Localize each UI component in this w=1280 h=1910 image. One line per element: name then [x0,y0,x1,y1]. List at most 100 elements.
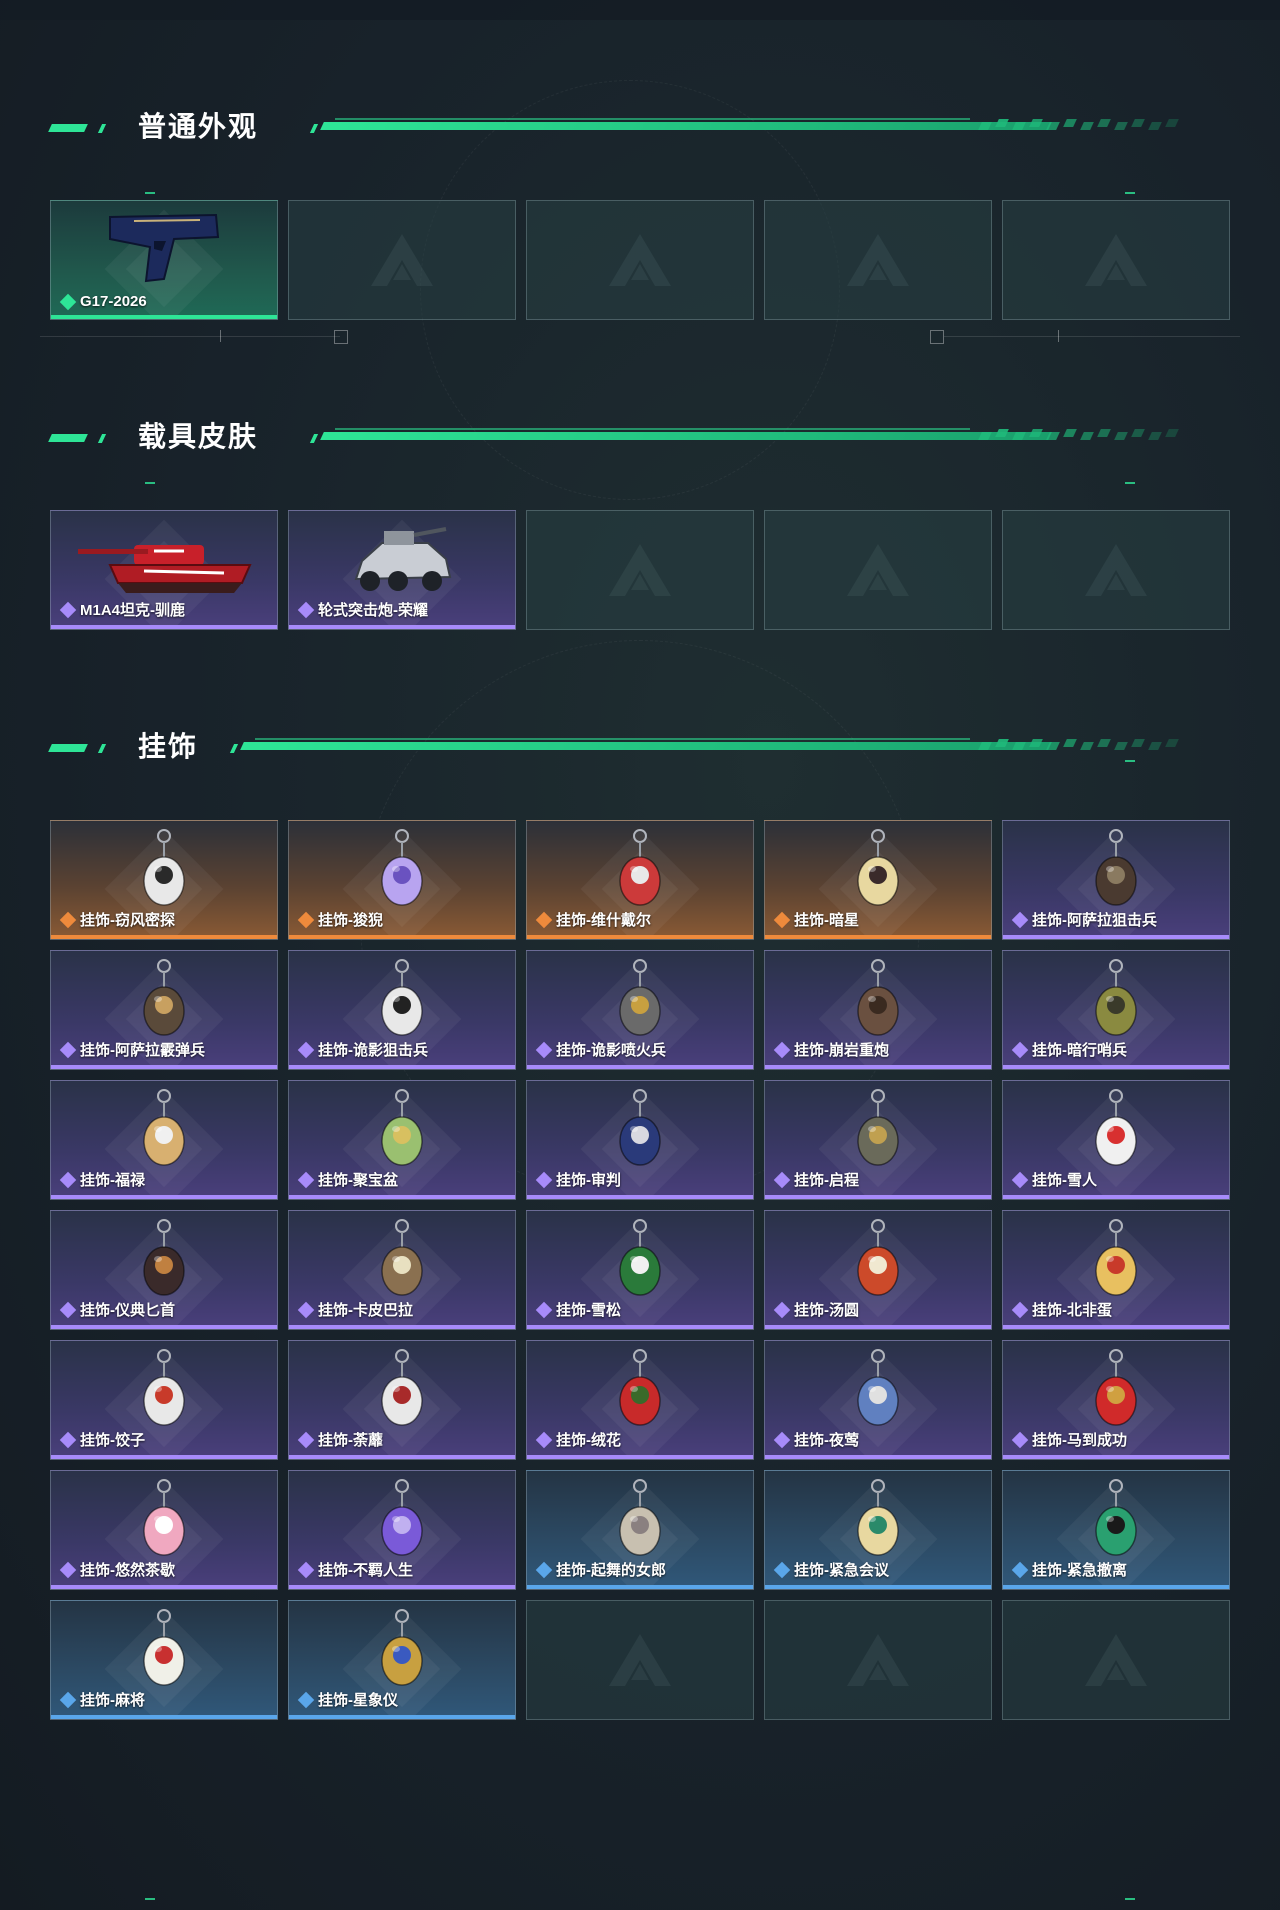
item-label: 挂饰-启程 [773,1169,859,1190]
item-card[interactable]: 挂饰-诡影喷火兵 [526,950,754,1070]
checker-tile [1148,122,1162,130]
charm-icon [119,1087,209,1177]
item-label: 挂饰-福禄 [59,1169,145,1190]
item-name: 挂饰-紧急撤离 [1032,1562,1127,1579]
item-card[interactable]: 挂饰-阿萨拉狙击兵 [1002,820,1230,940]
item-card[interactable]: 挂饰-绒花 [526,1340,754,1460]
header-thin-line [335,428,970,430]
checker-tile [1080,432,1094,440]
item-card[interactable]: 挂饰-暗星 [764,820,992,940]
item-card[interactable]: 挂饰-汤圆 [764,1210,992,1330]
rarity-underline [289,1065,515,1069]
item-card[interactable]: G17-2026 [50,200,278,320]
item-card[interactable]: 挂饰-雪人 [1002,1080,1230,1200]
section-header: 载具皮肤 [48,420,1200,460]
rarity-underline [51,1065,277,1069]
item-card[interactable]: 挂饰-崩岩重炮 [764,950,992,1070]
checker-tile [1046,432,1060,440]
item-card[interactable]: 挂饰-雪松 [526,1210,754,1330]
item-card[interactable]: 挂饰-狻猊 [288,820,516,940]
item-label: 挂饰-饺子 [59,1429,145,1450]
item-card[interactable]: 挂饰-饺子 [50,1340,278,1460]
item-card[interactable]: 挂饰-仪典匕首 [50,1210,278,1330]
item-label: 挂饰-夜莺 [773,1429,859,1450]
item-name: 挂饰-仪典匕首 [80,1302,175,1319]
item-card[interactable]: 挂饰-不羁人生 [288,1470,516,1590]
item-card[interactable]: 挂饰-紧急会议 [764,1470,992,1590]
charm-icon [357,1477,447,1567]
item-card[interactable]: 轮式突击炮-荣耀 [288,510,516,630]
purple-rarity-icon [535,1431,553,1448]
item-label: 挂饰-崩岩重炮 [773,1039,889,1060]
header-accent-bar [48,124,88,132]
item-name: 挂饰-审判 [556,1172,621,1189]
item-name: 挂饰-夜莺 [794,1432,859,1449]
checker-tile [1046,742,1060,750]
empty-slot [1002,200,1230,320]
item-card[interactable]: 挂饰-紧急撤离 [1002,1470,1230,1590]
item-card[interactable]: 挂饰-星象仪 [288,1600,516,1720]
purple-rarity-icon [535,1171,553,1188]
item-card[interactable]: 挂饰-维什戴尔 [526,820,754,940]
item-card[interactable]: 挂饰-阿萨拉霰弹兵 [50,950,278,1070]
item-label: 挂饰-荼蘼 [297,1429,383,1450]
item-label: 挂饰-暗星 [773,909,859,930]
armored-car-icon [354,517,452,607]
blue-rarity-icon [535,1561,553,1578]
item-card[interactable]: 挂饰-荼蘼 [288,1340,516,1460]
item-card[interactable]: 挂饰-诡影狙击兵 [288,950,516,1070]
item-name: 挂饰-阿萨拉霰弹兵 [80,1042,205,1059]
empty-slot [764,200,992,320]
header-accent-bar [97,744,107,753]
item-card[interactable]: 挂饰-悠然茶歇 [50,1470,278,1590]
item-card[interactable]: 挂饰-窃风密探 [50,820,278,940]
section-header: 挂饰 [48,730,1200,770]
item-card[interactable]: 挂饰-暗行哨兵 [1002,950,1230,1070]
item-name: 挂饰-卡皮巴拉 [318,1302,413,1319]
header-line [320,122,1052,130]
item-card[interactable]: 挂饰-审判 [526,1080,754,1200]
rarity-underline [765,1585,991,1589]
item-card[interactable]: 挂饰-聚宝盆 [288,1080,516,1200]
item-label: 挂饰-狻猊 [297,909,383,930]
checker-tile [1097,739,1111,747]
checker-tile [1131,119,1145,127]
section-title: 载具皮肤 [138,421,259,452]
item-name: 挂饰-麻将 [80,1692,145,1709]
section-header: 普通外观 [48,110,1200,150]
item-name: 挂饰-启程 [794,1172,859,1189]
checker-tile [1063,429,1077,437]
rarity-underline [1003,1195,1229,1199]
item-card[interactable]: 挂饰-马到成功 [1002,1340,1230,1460]
item-card[interactable]: 挂饰-卡皮巴拉 [288,1210,516,1330]
top-bar [0,0,1280,20]
blue-rarity-icon [297,1691,315,1708]
item-card[interactable]: 挂饰-北非蛋 [1002,1210,1230,1330]
item-label: 挂饰-窃风密探 [59,909,175,930]
header-thin-line [255,738,970,740]
item-card[interactable]: 挂饰-起舞的女郎 [526,1470,754,1590]
purple-rarity-icon [297,1041,315,1058]
item-label: 挂饰-维什戴尔 [535,909,651,930]
rarity-underline [289,1585,515,1589]
empty-slot [526,200,754,320]
placeholder-logo-icon [847,544,909,596]
item-card[interactable]: M1A4坦克-驯鹿 [50,510,278,630]
charm-icon [833,957,923,1047]
item-card[interactable]: 挂饰-福禄 [50,1080,278,1200]
corner-tick [1125,192,1135,194]
item-label: 挂饰-雪人 [1011,1169,1097,1190]
purple-rarity-icon [297,1301,315,1318]
rarity-underline [1003,1065,1229,1069]
item-card[interactable]: 挂饰-夜莺 [764,1340,992,1460]
header-accent-bar [97,434,107,443]
purple-rarity-icon [59,1041,77,1058]
rarity-underline [527,1325,753,1329]
purple-rarity-icon [773,1041,791,1058]
empty-slot [764,1600,992,1720]
item-name: 挂饰-暗行哨兵 [1032,1042,1127,1059]
item-card[interactable]: 挂饰-麻将 [50,1600,278,1720]
header-line [240,742,1052,750]
item-label: 挂饰-诡影狙击兵 [297,1039,428,1060]
item-card[interactable]: 挂饰-启程 [764,1080,992,1200]
